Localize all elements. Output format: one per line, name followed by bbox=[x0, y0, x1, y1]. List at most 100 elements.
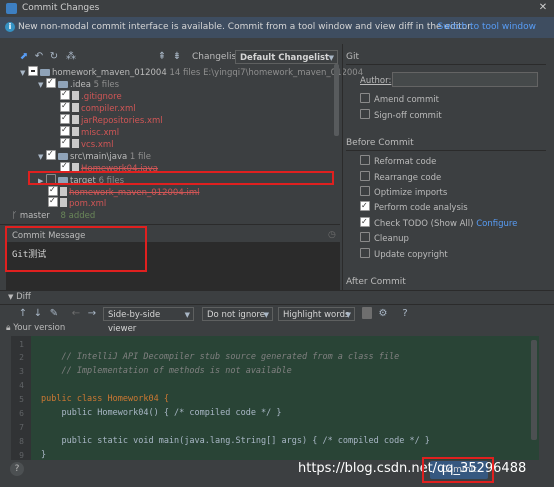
chevron-down-icon[interactable]: ▼ bbox=[20, 67, 28, 79]
diff-header[interactable]: ▼ Diff bbox=[8, 292, 31, 302]
ignore-select[interactable]: Do not ignore ▼ bbox=[202, 307, 273, 321]
branch-status: ᚴ master 8 added bbox=[12, 211, 95, 221]
file-icon bbox=[72, 127, 79, 136]
update-copyright-option[interactable]: Update copyright bbox=[360, 248, 448, 261]
tree-row-file[interactable]: jarRepositories.xml bbox=[60, 112, 163, 126]
diff-label: Diff bbox=[16, 292, 31, 302]
file-checkbox[interactable] bbox=[60, 100, 70, 112]
info-bar: i New non-modal commit interface is avai… bbox=[0, 17, 554, 38]
tree-row-idea[interactable]: ▼ .idea 5 files bbox=[38, 76, 119, 91]
chevron-down-icon[interactable]: ▼ bbox=[38, 79, 46, 91]
signoff-option[interactable]: Sign-off commit bbox=[360, 109, 442, 122]
history-icon[interactable]: ◷ bbox=[328, 230, 336, 240]
your-version-header: 🔒︎ Your version bbox=[6, 323, 65, 333]
reformat-option[interactable]: Reformat code bbox=[360, 155, 436, 168]
left-arrow-icon[interactable]: ← bbox=[71, 309, 81, 319]
amend-option[interactable]: Amend commit bbox=[360, 93, 439, 106]
code-line: } bbox=[41, 450, 47, 460]
code-analysis-checkbox[interactable] bbox=[360, 199, 370, 212]
your-version-label: Your version bbox=[13, 323, 66, 333]
lock-icon[interactable] bbox=[362, 307, 372, 319]
down-arrow-icon[interactable]: ↓ bbox=[33, 309, 43, 319]
right-arrow-icon[interactable]: → bbox=[87, 309, 97, 319]
root-path: E:\yingqi7\homework_maven_012004 bbox=[203, 68, 364, 78]
check-todo-checkbox[interactable] bbox=[360, 215, 370, 228]
line-number: 4 bbox=[19, 381, 24, 390]
chevron-down-icon: ▼ bbox=[345, 311, 351, 319]
expand-all-icon[interactable]: ⇞ bbox=[157, 52, 167, 62]
refresh-icon[interactable]: ↻ bbox=[49, 52, 59, 62]
idea-checkbox[interactable] bbox=[46, 76, 56, 88]
tree-row-file[interactable]: misc.xml bbox=[60, 124, 119, 138]
tree-row-file[interactable]: .gitignore bbox=[60, 88, 122, 102]
author-label: Author: bbox=[360, 76, 392, 86]
close-icon[interactable]: ✕ bbox=[536, 2, 550, 14]
tree-row-file[interactable]: compiler.xml bbox=[60, 100, 136, 114]
rearrange-option[interactable]: Rearrange code bbox=[360, 171, 441, 184]
tree-row-file[interactable]: vcs.xml bbox=[60, 136, 114, 150]
amend-checkbox[interactable] bbox=[360, 93, 370, 103]
code-scrollbar[interactable] bbox=[531, 340, 537, 440]
tree-row-src[interactable]: ▼ src\main\java 1 file bbox=[38, 148, 151, 163]
file-checkbox[interactable] bbox=[60, 124, 70, 136]
divider bbox=[0, 290, 554, 291]
code-line: public Homework04() { /* compiled code *… bbox=[41, 408, 282, 418]
check-todo-option[interactable]: Check TODO (Show All) Configure bbox=[360, 215, 517, 230]
src-checkbox[interactable] bbox=[46, 148, 56, 160]
chevron-down-icon[interactable]: ▼ bbox=[38, 151, 46, 163]
code-analysis-option[interactable]: Perform code analysis bbox=[360, 199, 468, 214]
commit-arrow-icon[interactable]: ⬈ bbox=[19, 52, 29, 62]
line-number: 2 bbox=[19, 353, 24, 362]
group-by-icon[interactable]: ⁂ bbox=[66, 52, 76, 62]
signoff-checkbox[interactable] bbox=[360, 109, 370, 119]
file-checkbox[interactable] bbox=[60, 112, 70, 124]
line-number: 5 bbox=[19, 395, 24, 404]
info-message: New non-modal commit interface is availa… bbox=[18, 22, 473, 32]
optimize-imports-option[interactable]: Optimize imports bbox=[360, 186, 447, 199]
added-count: 8 added bbox=[60, 211, 96, 221]
file-name: pom.xml bbox=[69, 199, 107, 209]
line-number: 9 bbox=[19, 451, 24, 460]
divider bbox=[0, 304, 554, 305]
cleanup-option[interactable]: Cleanup bbox=[360, 232, 409, 245]
file-checkbox[interactable] bbox=[60, 136, 70, 148]
collapse-all-icon[interactable]: ⇟ bbox=[172, 52, 182, 62]
file-checkbox[interactable] bbox=[48, 195, 58, 207]
rearrange-checkbox[interactable] bbox=[360, 171, 370, 181]
root-name: homework_maven_012004 bbox=[52, 68, 167, 78]
code-line: // IntelliJ API Decompiler stub source g… bbox=[41, 352, 400, 362]
root-checkbox[interactable] bbox=[28, 66, 38, 76]
tree-row-file[interactable]: pom.xml bbox=[48, 195, 107, 209]
gear-icon[interactable]: ⚙ bbox=[378, 309, 388, 319]
file-icon bbox=[72, 115, 79, 124]
up-arrow-icon[interactable]: ↑ bbox=[18, 309, 28, 319]
author-input[interactable] bbox=[392, 72, 538, 87]
rearrange-label: Rearrange code bbox=[374, 173, 442, 183]
diff-code-view[interactable]: 1 2 3 4 5 6 7 8 9 // IntelliJ API Decomp… bbox=[11, 336, 539, 460]
viewer-select[interactable]: Side-by-side viewer ▼ bbox=[103, 307, 194, 334]
help-icon[interactable]: ? bbox=[400, 309, 410, 319]
cleanup-checkbox[interactable] bbox=[360, 232, 370, 242]
file-checkbox[interactable] bbox=[60, 88, 70, 100]
info-icon: i bbox=[5, 22, 15, 32]
reformat-checkbox[interactable] bbox=[360, 155, 370, 165]
tree-row-root[interactable]: ▼ homework_maven_012004 14 files E:\yingq… bbox=[20, 66, 363, 78]
changelist-select[interactable]: Default Changelist ▼ bbox=[235, 50, 338, 64]
file-icon bbox=[72, 103, 79, 112]
help-button[interactable]: ? bbox=[10, 462, 24, 476]
update-copyright-label: Update copyright bbox=[374, 250, 448, 260]
file-icon bbox=[72, 139, 79, 148]
after-commit-label: After Commit bbox=[346, 277, 406, 287]
update-copyright-checkbox[interactable] bbox=[360, 248, 370, 258]
module-folder-icon bbox=[40, 69, 50, 76]
tree-scrollbar[interactable] bbox=[334, 64, 339, 136]
folder-icon bbox=[58, 153, 68, 160]
highlight-select[interactable]: Highlight words ▼ bbox=[278, 307, 355, 321]
configure-link[interactable]: Configure bbox=[476, 219, 517, 229]
switch-to-tool-window-link[interactable]: Switch to tool window bbox=[437, 22, 536, 32]
edit-icon[interactable]: ✎ bbox=[49, 309, 59, 319]
rollback-icon[interactable]: ↶ bbox=[34, 52, 44, 62]
highlight-value: Highlight words bbox=[283, 310, 350, 320]
optimize-imports-checkbox[interactable] bbox=[360, 186, 370, 196]
divider bbox=[346, 150, 546, 151]
